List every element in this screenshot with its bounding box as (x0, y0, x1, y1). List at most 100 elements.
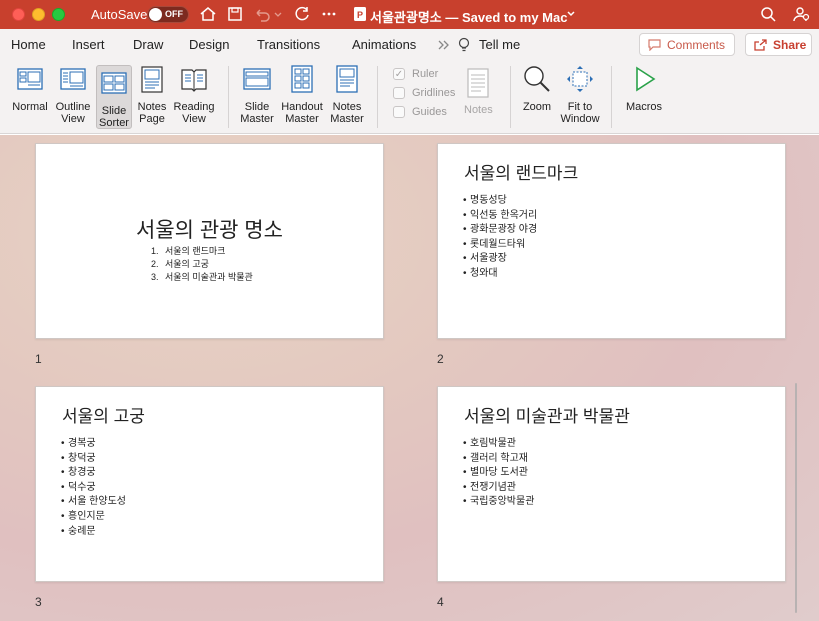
list-item: • 창덕궁 (61, 452, 96, 464)
ruler-checkbox[interactable]: ✓ Ruler (393, 68, 438, 81)
list-item: • 별마당 도서관 (463, 467, 528, 479)
slide-thumbnail-3[interactable]: 서울의 고궁 • 경복궁 • 창덕궁 • 창경궁 • 덕수궁 • 서울 한양도성 • 흥인지… (35, 386, 384, 582)
autosave-label: AutoSave (91, 7, 148, 22)
autosave-toggle[interactable]: OFF (147, 6, 189, 23)
slide-bullet-list: • 명동성당 • 익선동 한옥거리 • 광화문광장 야경 • 롯데월드타워 • 서울광장 … (463, 194, 537, 282)
tab-animations[interactable]: Animations (352, 37, 416, 52)
guides-label: Guides (412, 106, 447, 118)
slide-thumbnail-4[interactable]: 서울의 미술관과 박물관 • 호림박물관 • 갤러리 학고재 • 별마당 도서관 • 전… (437, 386, 786, 582)
share-icon (754, 38, 767, 51)
normal-view-icon (17, 68, 43, 90)
tab-home[interactable]: Home (11, 37, 46, 52)
slide-title: 서울의 관광 명소 (136, 219, 283, 242)
handout-master-icon (291, 65, 313, 93)
slide-master-icon (243, 68, 271, 90)
title-bar: AutoSave OFF P 서울관광명소 — Saved to my Mac (0, 0, 819, 29)
undo-dropdown-icon[interactable] (273, 5, 283, 23)
notes-button[interactable]: Notes (464, 68, 493, 116)
handout-master-button[interactable]: Handout Master (279, 64, 325, 125)
notes-icon (467, 68, 489, 98)
window-zoom-button[interactable] (52, 8, 65, 21)
reading-view-label-1: Reading (173, 101, 215, 113)
save-icon[interactable] (226, 5, 244, 23)
ribbon-divider (377, 66, 378, 128)
zoom-magnifier-icon (524, 66, 550, 92)
tab-transitions[interactable]: Transitions (257, 37, 320, 52)
gridlines-checkbox[interactable]: Gridlines (393, 87, 455, 100)
notes-page-label-2: Page (139, 113, 165, 125)
slide-master-label-1: Slide (244, 101, 270, 113)
redo-icon[interactable] (293, 5, 311, 23)
slide-title: 서울의 미술관과 박물관 (464, 407, 630, 426)
tell-me-search[interactable]: Tell me (479, 37, 520, 52)
slide-sorter-label-1: Slide (101, 105, 127, 117)
notes-page-button[interactable]: Notes Page (135, 64, 169, 125)
zoom-button[interactable]: Zoom (519, 64, 555, 113)
outline-view-button[interactable]: Outline View (53, 64, 93, 125)
list-item: • 서울광장 (463, 253, 507, 265)
handout-master-label-2: Master (285, 113, 319, 125)
slide-title: 서울의 랜드마크 (464, 164, 579, 183)
notes-master-icon (336, 65, 358, 93)
unchecked-box-icon (393, 106, 405, 119)
window-close-button[interactable] (12, 8, 25, 21)
normal-view-label: Normal (12, 101, 48, 113)
window-minimize-button[interactable] (32, 8, 45, 21)
notes-page-label-1: Notes (137, 101, 167, 113)
fit-label-1: Fit to (567, 101, 593, 113)
list-item: • 덕수궁 (61, 481, 96, 493)
guides-checkbox[interactable]: Guides (393, 106, 447, 119)
list-item: • 국립중앙박물관 (463, 496, 535, 508)
slide-thumbnail-1[interactable]: 서울의 관광 명소 1. 서울의 랜드마크 2. 서울의 고궁 3. 서울의 미술관과… (35, 143, 384, 339)
slide-master-button[interactable]: Slide Master (238, 64, 276, 125)
search-icon[interactable] (759, 5, 777, 23)
account-icon[interactable] (792, 5, 810, 23)
slide-sorter-button[interactable]: Slide Sorter (96, 65, 132, 129)
list-item: • 경복궁 (61, 438, 96, 449)
list-item: 1. 서울의 랜드마크 (151, 246, 226, 256)
slide-bullet-list: • 경복궁 • 창덕궁 • 창경궁 • 덕수궁 • 서울 한양도성 • 흥인지문 • 숭례문 (61, 437, 126, 539)
tab-design[interactable]: Design (189, 37, 229, 52)
list-item: • 흥인지문 (61, 510, 105, 522)
title-chevron-down-icon[interactable] (566, 5, 576, 23)
fit-label-2: Window (560, 113, 600, 125)
list-item: • 전쟁기념관 (463, 481, 516, 493)
more-tabs-chevron-icon[interactable] (437, 39, 451, 51)
outline-view-icon (60, 68, 86, 90)
play-macro-icon (636, 66, 656, 92)
list-item: • 갤러리 학고재 (463, 452, 528, 464)
slide-bullet-list: • 호림박물관 • 갤러리 학고재 • 별마당 도서관 • 전쟁기념관 • 국립중앙박물관 (463, 437, 534, 510)
slide-number-4: 4 (437, 595, 444, 609)
undo-icon[interactable] (253, 5, 271, 23)
document-title[interactable]: 서울관광명소 — Saved to my Mac (370, 7, 567, 26)
fit-to-window-button[interactable]: Fit to Window (558, 64, 602, 125)
reading-view-icon (181, 69, 207, 92)
notes-master-button[interactable]: Notes Master (328, 64, 366, 125)
list-item: 3. 서울의 미술관과 박물관 (151, 272, 253, 282)
more-icon[interactable] (320, 5, 338, 23)
macros-button[interactable]: Macros (624, 64, 664, 113)
share-label: Share (773, 37, 807, 52)
vertical-scrollbar[interactable] (795, 383, 797, 613)
ribbon-tab-bar: Home Insert Draw Design Transitions Anim… (0, 29, 819, 60)
reading-view-button[interactable]: Reading View (172, 64, 216, 125)
comments-label: Comments (667, 37, 726, 52)
normal-view-button[interactable]: Normal (8, 64, 52, 113)
ribbon-divider (510, 66, 511, 128)
checkmark-icon: ✓ (393, 68, 405, 81)
view-ribbon: Normal Outline View Slide Sorter Notes P… (0, 60, 819, 134)
list-item: • 롯데월드타워 (463, 238, 526, 250)
zoom-label: Zoom (522, 101, 552, 113)
share-button[interactable]: Share (745, 33, 812, 56)
tab-draw[interactable]: Draw (133, 37, 163, 52)
list-item: • 호림박물관 (463, 438, 516, 449)
slide-thumbnail-2[interactable]: 서울의 랜드마크 • 명동성당 • 익선동 한옥거리 • 광화문광장 야경 • 롯데월드… (437, 143, 786, 339)
tab-insert[interactable]: Insert (72, 37, 105, 52)
unchecked-box-icon (393, 87, 405, 100)
list-item: • 익선동 한옥거리 (463, 209, 538, 221)
list-item: • 창경궁 (61, 467, 96, 479)
comments-button[interactable]: Comments (639, 33, 735, 56)
handout-master-label-1: Handout (281, 101, 323, 113)
notes-master-label-1: Notes (332, 101, 362, 113)
home-icon[interactable] (199, 5, 217, 23)
